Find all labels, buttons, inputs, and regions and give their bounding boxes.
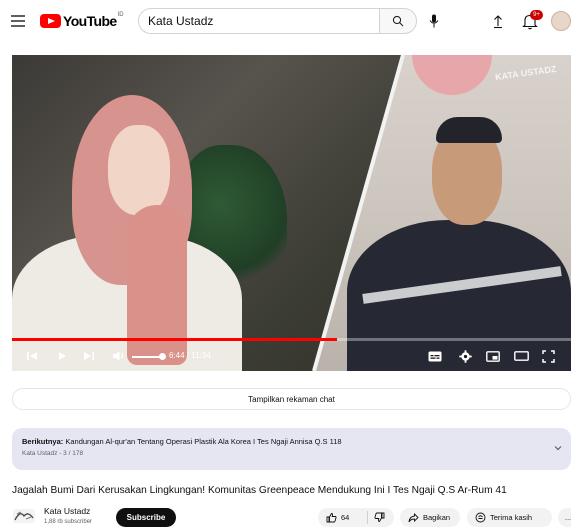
up-next-line: Berikutnya: Kandungan Al-qur'an Tentang …	[22, 437, 561, 446]
time-display: 6:44 / 11:34	[169, 351, 211, 360]
next-icon	[84, 352, 94, 360]
thumbs-down-icon	[374, 512, 385, 522]
like-dislike-group: 64	[318, 508, 394, 527]
share-icon	[408, 512, 419, 522]
up-next-card[interactable]: Berikutnya: Kandungan Al-qur'an Tentang …	[12, 428, 571, 470]
avatar[interactable]	[551, 11, 571, 31]
play-icon	[59, 352, 66, 360]
theater-icon	[514, 351, 529, 361]
search-icon	[392, 15, 404, 27]
fullscreen-icon	[542, 349, 555, 363]
up-next-prefix: Berikutnya:	[22, 437, 64, 446]
up-next-meta: Kata Ustadz - 3 / 178	[22, 450, 84, 457]
mic-button[interactable]	[425, 12, 443, 30]
play-button[interactable]	[57, 349, 67, 363]
video-title: Jagalah Bumi Dari Kerusakan Lingkungan! …	[12, 485, 507, 496]
miniplayer-button[interactable]	[486, 349, 500, 363]
search-value: Kata Ustadz	[148, 14, 214, 28]
settings-button[interactable]	[459, 349, 472, 363]
video-player[interactable]: KATA USTADZ 6:44 / 11:34	[12, 55, 571, 371]
more-actions-button[interactable]: ...	[558, 508, 571, 527]
channel-avatar[interactable]	[12, 506, 36, 526]
previous-icon	[27, 352, 37, 360]
previous-button[interactable]	[26, 349, 38, 363]
youtube-logo-icon	[40, 14, 61, 28]
show-chat-replay-button[interactable]: Tampilkan rekaman chat	[12, 388, 571, 410]
thanks-label: Terima kasih	[490, 513, 533, 522]
notification-badge: 9+	[530, 10, 543, 20]
top-bar: YouTube ID Kata Ustadz 9+	[0, 0, 571, 46]
upload-button[interactable]	[490, 12, 506, 30]
logo-text: YouTube	[63, 13, 117, 29]
subscriber-count: 1,88 rb subscriber	[44, 519, 93, 525]
share-label: Bagikan	[423, 513, 451, 522]
player-controls: 6:44 / 11:34	[12, 343, 571, 371]
like-count: 64	[341, 513, 350, 522]
fullscreen-button[interactable]	[542, 349, 555, 363]
captions-icon	[428, 351, 442, 361]
captions-button[interactable]	[428, 349, 442, 363]
channel-name[interactable]: Kata Ustadz	[44, 506, 90, 516]
progress-bar[interactable]	[12, 338, 571, 341]
youtube-logo[interactable]: YouTube ID	[40, 12, 124, 29]
like-button[interactable]: 64	[318, 511, 368, 524]
theater-mode-button[interactable]	[514, 349, 529, 363]
logo-region: ID	[117, 12, 124, 18]
subscribe-button[interactable]: Subscribe	[116, 508, 176, 527]
volume-slider[interactable]	[132, 356, 162, 358]
menu-icon[interactable]	[11, 15, 25, 27]
volume-knob[interactable]	[159, 353, 166, 360]
dislike-button[interactable]	[368, 512, 389, 523]
super-thanks-icon	[475, 512, 486, 523]
volume-button[interactable]	[112, 349, 126, 363]
gear-icon	[459, 349, 472, 363]
mic-icon	[429, 14, 439, 28]
search-input[interactable]: Kata Ustadz	[138, 8, 384, 34]
next-button[interactable]	[83, 349, 95, 363]
upload-icon	[494, 15, 502, 29]
thanks-button[interactable]: Terima kasih	[467, 508, 552, 527]
chevron-down-icon[interactable]	[553, 443, 563, 453]
miniplayer-icon	[486, 350, 500, 362]
volume-icon	[113, 351, 124, 361]
video-person-right-cap	[436, 117, 502, 143]
progress-fill	[12, 338, 338, 341]
search-button[interactable]	[379, 8, 417, 34]
thumbs-up-icon	[326, 513, 337, 523]
share-button[interactable]: Bagikan	[400, 508, 460, 527]
up-next-title: Kandungan Al-qur'an Tentang Operasi Plas…	[65, 437, 342, 446]
